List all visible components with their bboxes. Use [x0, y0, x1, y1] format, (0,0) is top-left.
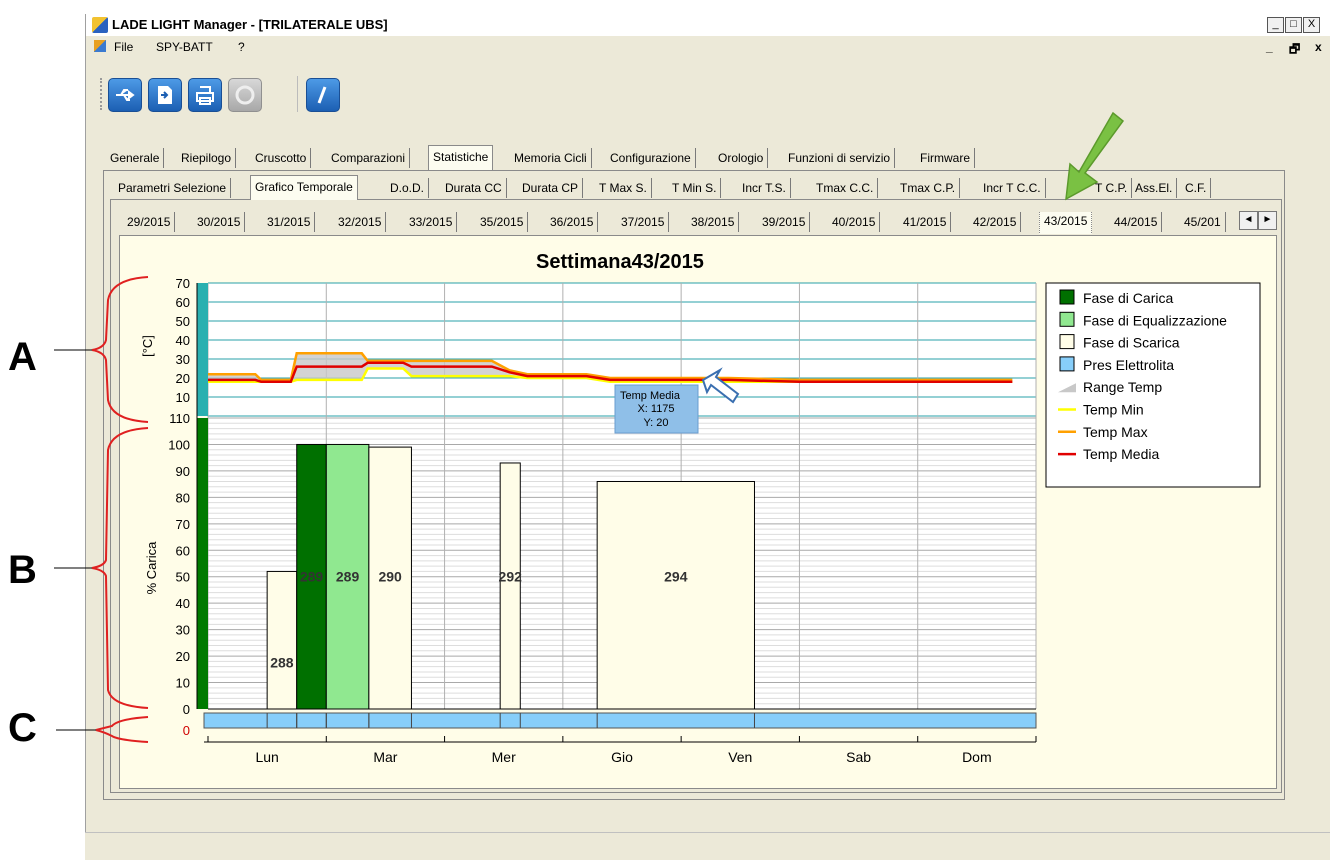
bars-group: 288 289 289 290 292 294 [266, 443, 755, 710]
chart-area: 288 289 289 290 292 294 10 20 30 40 50 60 70 0 10 20 30… [54, 111, 1261, 765]
temp-axis-strip [197, 283, 208, 416]
electrolyte-bar [203, 712, 1037, 729]
temp-tick-label: 10 [176, 390, 190, 405]
charge-tick-label: 0 [183, 702, 190, 717]
legend-label: Temp Max [1083, 424, 1148, 440]
legend-swatch [1059, 356, 1075, 372]
bar-label: 292 [499, 568, 523, 584]
x-tick-label: Ven [728, 749, 752, 765]
bar-label: 289 [336, 568, 360, 584]
tooltip-x: X: 1175 [637, 403, 674, 415]
status-bar [85, 832, 1330, 860]
bracket-c [95, 716, 149, 743]
x-tick-label: Mer [492, 749, 516, 765]
tooltip-series: Temp Media [620, 390, 681, 402]
legend-label: Fase di Carica [1083, 290, 1173, 306]
charge-tick-label: 40 [176, 596, 190, 611]
charge-tick-label: 70 [176, 517, 190, 532]
legend-label: Temp Media [1083, 446, 1159, 462]
callout-arrow-icon [1065, 111, 1125, 201]
charge-tick-label: 110 [169, 411, 190, 426]
x-tick-label: Dom [962, 749, 992, 765]
bar-discharge [499, 462, 521, 710]
legend-swatch [1059, 311, 1075, 327]
charge-tick-label: 60 [176, 543, 190, 558]
tooltip-y: Y: 20 [643, 417, 668, 429]
bar-label: 290 [378, 568, 402, 584]
x-tick-label: Sab [846, 749, 871, 765]
temp-tick-label: 30 [176, 352, 190, 367]
legend-label: Temp Min [1083, 402, 1144, 418]
legend-label: Fase di Equalizzazione [1083, 312, 1227, 328]
bar-discharge [596, 480, 755, 710]
bar-label: 294 [664, 568, 688, 584]
temp-tick-label: 40 [176, 333, 190, 348]
charge-tick-label: 30 [176, 623, 190, 638]
legend-swatch [1059, 289, 1075, 305]
legend-label: Range Temp [1083, 379, 1162, 395]
charge-tick-label: 10 [176, 676, 190, 691]
charge-tick-label: 90 [176, 464, 190, 479]
temp-tick-label: 50 [176, 314, 190, 329]
y-axis-label-charge: % Carica [144, 541, 159, 595]
temp-tick-label: 60 [176, 295, 190, 310]
legend-swatch [1059, 334, 1075, 350]
electrolyte-band [203, 712, 1037, 729]
charge-axis-strip [197, 418, 208, 709]
annotation-brackets [54, 276, 149, 743]
tooltip: Temp Media X: 1175 Y: 20 [614, 384, 699, 434]
charge-tick-label: 20 [176, 649, 190, 664]
legend-label: Fase di Scarica [1083, 335, 1180, 351]
temp-tick-label: 70 [176, 276, 190, 291]
charge-tick-label: 80 [176, 490, 190, 505]
legend-label: Pres Elettrolita [1083, 357, 1174, 373]
bar-label: 289 [300, 568, 324, 584]
temp-tick-label: 20 [176, 371, 190, 386]
electrolyte-tick-label: 0 [183, 723, 190, 738]
y-axis-label-temp: [°C] [140, 335, 155, 357]
x-tick-label: Lun [255, 749, 278, 765]
bar-discharge [266, 570, 298, 710]
x-tick-label: Mar [373, 749, 397, 765]
charge-tick-label: 100 [168, 437, 190, 452]
bracket-b [91, 427, 149, 709]
charge-tick-label: 50 [176, 570, 190, 585]
legend: Fase di Carica Fase di Equalizzazione Fase… [1045, 282, 1261, 488]
bar-label: 288 [270, 655, 294, 671]
x-tick-label: Gio [611, 749, 633, 765]
